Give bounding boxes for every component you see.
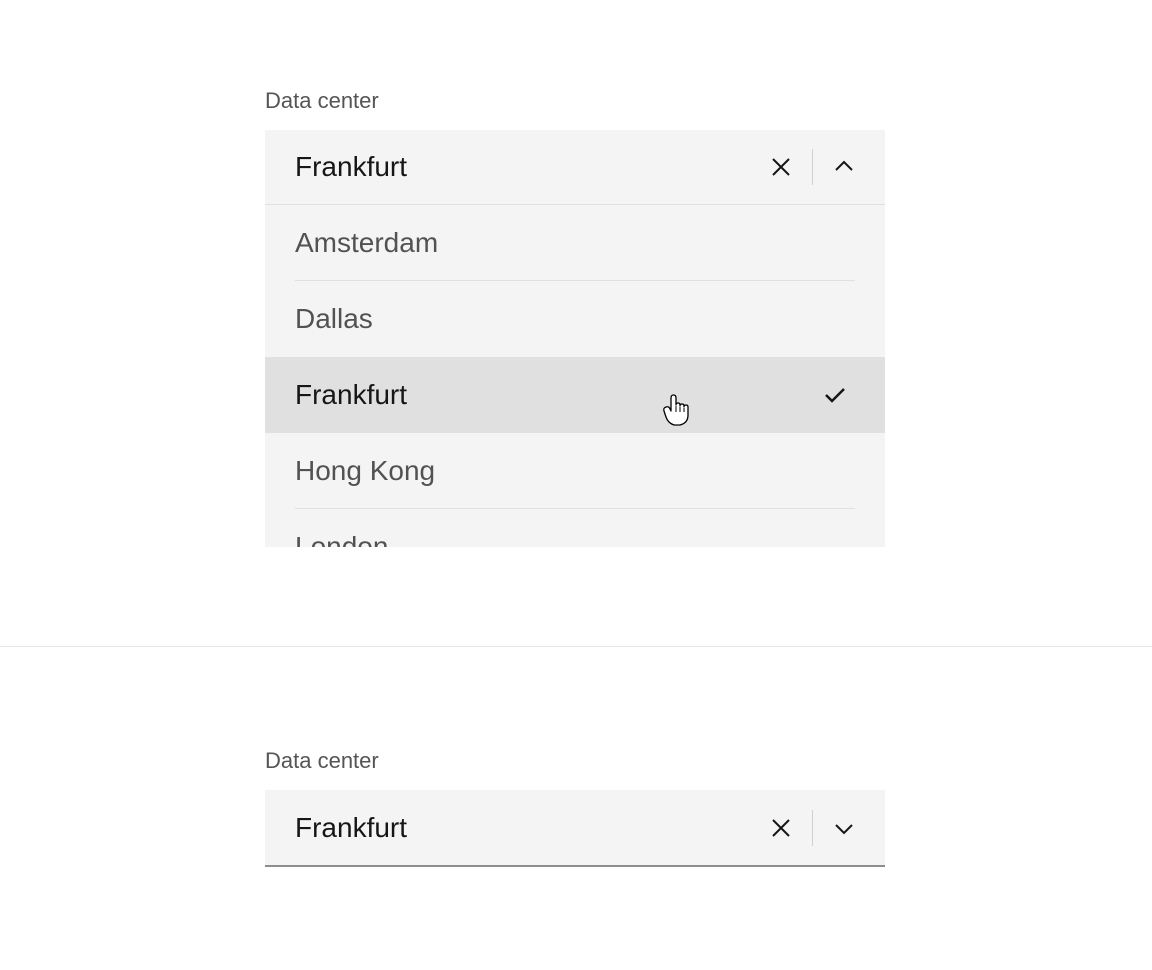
option-dallas[interactable]: Dallas xyxy=(265,281,885,357)
option-london[interactable]: London xyxy=(265,509,885,547)
option-check xyxy=(815,382,855,408)
divider xyxy=(812,149,813,185)
combobox-options: Amsterdam Dallas Frankfurt Hong Kong xyxy=(265,205,885,547)
expand-button[interactable] xyxy=(821,805,867,851)
option-frankfurt[interactable]: Frankfurt xyxy=(265,357,885,433)
collapse-button[interactable] xyxy=(821,144,867,190)
option-label: Hong Kong xyxy=(295,455,815,487)
option-label: Amsterdam xyxy=(295,227,815,259)
combobox-controls xyxy=(758,805,885,851)
data-center-combobox-open: Frankfurt Amsterdam xyxy=(265,130,885,547)
divider xyxy=(812,810,813,846)
chevron-up-icon xyxy=(832,155,856,179)
section-divider xyxy=(0,646,1152,647)
clear-button[interactable] xyxy=(758,805,804,851)
combobox-value: Frankfurt xyxy=(295,812,758,844)
option-label: London xyxy=(295,531,815,547)
chevron-down-icon xyxy=(832,816,856,840)
close-icon xyxy=(770,156,792,178)
option-label: Dallas xyxy=(295,303,815,335)
combobox-input-row[interactable]: Frankfurt xyxy=(265,790,885,865)
close-icon xyxy=(770,817,792,839)
option-amsterdam[interactable]: Amsterdam xyxy=(265,205,885,281)
field-label: Data center xyxy=(265,748,885,774)
checkmark-icon xyxy=(822,382,848,408)
clear-button[interactable] xyxy=(758,144,804,190)
option-label: Frankfurt xyxy=(295,379,815,411)
data-center-combobox-closed: Frankfurt xyxy=(265,790,885,867)
combobox-input-row[interactable]: Frankfurt xyxy=(265,130,885,205)
combobox-controls xyxy=(758,144,885,190)
combobox-value: Frankfurt xyxy=(295,151,758,183)
option-hong-kong[interactable]: Hong Kong xyxy=(265,433,885,509)
field-label: Data center xyxy=(265,88,885,114)
